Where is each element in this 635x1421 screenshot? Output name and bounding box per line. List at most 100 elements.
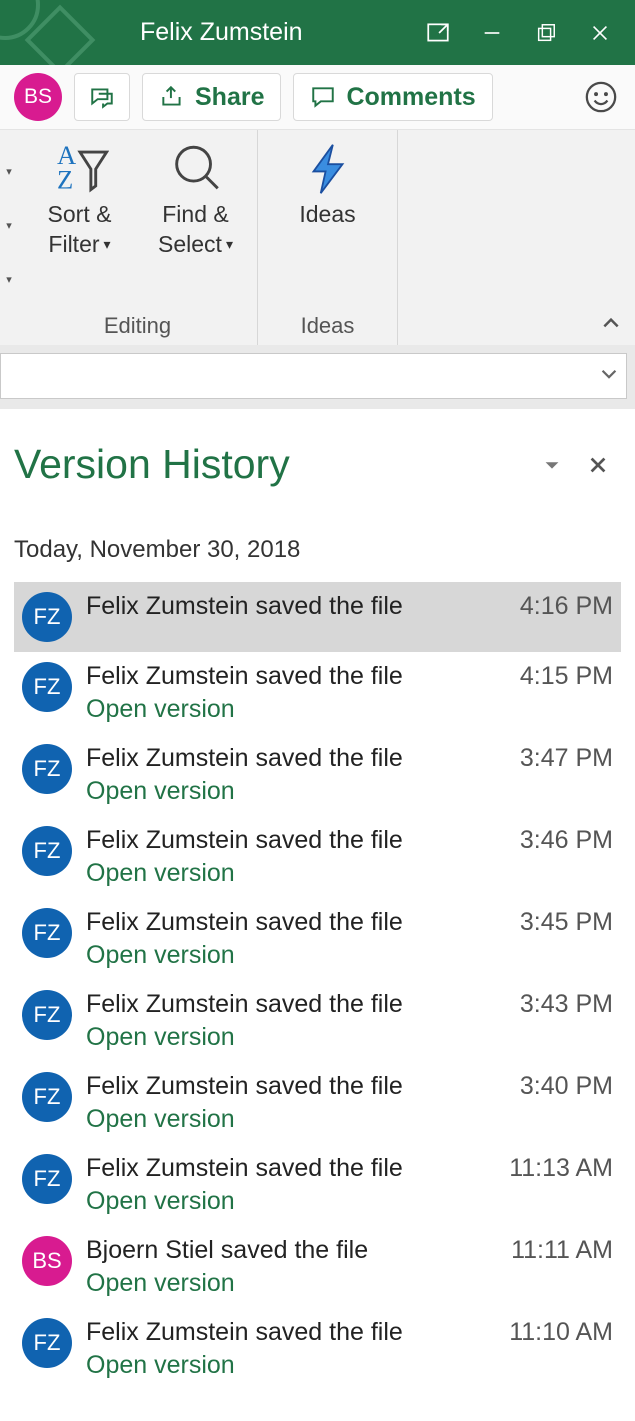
version-avatar: FZ — [22, 1154, 72, 1204]
lightning-icon — [299, 140, 357, 198]
version-avatar: FZ — [22, 662, 72, 712]
ribbon-group-ideas: Ideas Ideas — [258, 130, 398, 345]
open-version-link[interactable]: Open version — [86, 1187, 613, 1216]
version-body: Felix Zumstein saved the file3:43 PM Open… — [86, 990, 613, 1052]
date-heading: Today, November 30, 2018 — [14, 536, 621, 564]
version-history-pane: Version History Today, November 30, 2018… — [0, 409, 635, 1421]
version-body: Felix Zumstein saved the file3:45 PMOpen… — [86, 908, 613, 970]
open-version-link[interactable]: Open version — [86, 777, 613, 806]
version-time: 3:46 PM — [512, 826, 613, 855]
version-avatar: FZ — [22, 908, 72, 958]
version-row[interactable]: FZ Felix Zumstein saved the file3:45 PMOp… — [14, 898, 621, 980]
minimize-button[interactable] — [465, 0, 519, 65]
open-version-link[interactable]: Open version — [86, 1105, 613, 1134]
sort-filter-icon: A Z — [51, 140, 109, 198]
version-message: Felix Zumstein saved the file — [86, 1072, 512, 1101]
maximize-button[interactable] — [519, 0, 573, 65]
version-avatar: FZ — [22, 826, 72, 876]
version-body: Felix Zumstein saved the file3:40 PM Open… — [86, 1072, 613, 1134]
version-body: Felix Zumstein saved the file3:46 PM Open… — [86, 826, 613, 888]
ribbon-group-label: Editing — [18, 313, 257, 345]
open-version-link[interactable]: Open version — [86, 941, 613, 970]
version-time: 3:47 PM — [512, 744, 613, 773]
version-row[interactable]: FZ Felix Zumstein saved the file11:13 AM O… — [14, 1144, 621, 1226]
ribbon-dropdown-1[interactable]: ▾ — [0, 165, 18, 178]
version-message: Felix Zumstein saved the file — [86, 662, 512, 691]
version-row[interactable]: FZ Felix Zumstein saved the file3:43 PM Op… — [14, 980, 621, 1062]
version-avatar: FZ — [22, 990, 72, 1040]
titlebar-decoration — [0, 0, 100, 65]
version-message: Felix Zumstein saved the file — [86, 826, 512, 855]
version-avatar: FZ — [22, 592, 72, 642]
version-message: Felix Zumstein saved the file — [86, 744, 512, 773]
version-time: 11:13 AM — [501, 1154, 613, 1183]
version-avatar: FZ — [22, 1318, 72, 1368]
svg-text:Z: Z — [57, 164, 73, 194]
feedback-button[interactable] — [581, 77, 621, 117]
open-version-link[interactable]: Open version — [86, 1351, 613, 1380]
version-body: Felix Zumstein saved the file4:16 PM — [86, 592, 613, 621]
formula-bar-area — [0, 345, 635, 409]
version-body: Felix Zumstein saved the file3:47 PM Open… — [86, 744, 613, 806]
version-time: 4:15 PM — [512, 662, 613, 691]
version-time: 11:10 AM — [501, 1318, 613, 1347]
comments-label: Comments — [346, 83, 475, 112]
version-row[interactable]: FZFelix Zumstein saved the file3:47 PMOp… — [14, 734, 621, 816]
chat-button[interactable] — [74, 73, 130, 121]
share-button[interactable]: Share — [142, 73, 281, 121]
version-time: 3:43 PM — [512, 990, 613, 1019]
comments-button[interactable]: Comments — [293, 73, 492, 121]
version-message: Felix Zumstein saved the file — [86, 990, 512, 1019]
search-icon — [167, 140, 225, 198]
version-row[interactable]: BS Bjoern Stiel saved the file11:11 AM Ope… — [14, 1226, 621, 1308]
version-message: Felix Zumstein saved the file — [86, 1154, 501, 1183]
ribbon-dropdown-2[interactable]: ▾ — [0, 219, 18, 232]
version-time: 11:11 AM — [503, 1236, 613, 1265]
open-version-link[interactable]: Open version — [86, 695, 613, 724]
find-select-button[interactable]: Find &Select▾ — [141, 136, 251, 260]
version-body: Felix Zumstein saved the file11:10 AM Ope… — [86, 1318, 613, 1380]
version-row[interactable]: FZ Felix Zumstein saved the file4:16 PM — [14, 582, 621, 652]
profile-avatar[interactable]: BS — [14, 73, 62, 121]
version-message: Bjoern Stiel saved the file — [86, 1236, 503, 1265]
ribbon-group-label: Ideas — [258, 313, 397, 345]
version-time: 3:45 PM — [512, 908, 613, 937]
close-window-button[interactable] — [573, 0, 627, 65]
pane-close-button[interactable] — [575, 454, 621, 476]
open-version-link[interactable]: Open version — [86, 1269, 613, 1298]
ribbon-left-dropdowns: ▾ ▾ ▾ — [0, 130, 18, 345]
open-version-link[interactable]: Open version — [86, 1023, 613, 1052]
version-body: Felix Zumstein saved the file4:15 PM Open… — [86, 662, 613, 724]
version-avatar: FZ — [22, 1072, 72, 1122]
pane-title: Version History — [14, 441, 529, 488]
formula-bar[interactable] — [0, 353, 627, 399]
version-message: Felix Zumstein saved the file — [86, 592, 512, 621]
sort-filter-button[interactable]: A Z Sort &Filter▾ — [25, 136, 135, 260]
comment-icon — [310, 84, 336, 110]
version-body: Felix Zumstein saved the file11:13 AM Ope… — [86, 1154, 613, 1216]
pane-options-button[interactable] — [529, 454, 575, 476]
share-label: Share — [195, 83, 264, 112]
version-row[interactable]: FZ Felix Zumstein saved the file3:40 PM Op… — [14, 1062, 621, 1144]
version-row[interactable]: FZ Felix Zumstein saved the file11:10 AM O… — [14, 1308, 621, 1390]
version-list: FZFelix Zumstein saved the file4:16 PMFZ… — [14, 582, 621, 1390]
version-body: Bjoern Stiel saved the file11:11 AM Open … — [86, 1236, 613, 1298]
open-version-link[interactable]: Open version — [86, 859, 613, 888]
share-icon — [159, 84, 185, 110]
expand-formula-bar-button[interactable] — [598, 363, 620, 390]
ribbon-display-options-button[interactable] — [411, 0, 465, 65]
version-row[interactable]: FZ Felix Zumstein saved the file4:15 PM Op… — [14, 652, 621, 734]
version-message: Felix Zumstein saved the file — [86, 1318, 501, 1347]
ribbon-dropdown-3[interactable]: ▾ — [0, 273, 18, 286]
version-avatar: BS — [22, 1236, 72, 1286]
ideas-button[interactable]: Ideas — [273, 136, 383, 230]
collapse-ribbon-button[interactable] — [601, 313, 621, 339]
titlebar: Felix Zumstein — [0, 0, 635, 65]
smiley-icon — [584, 80, 618, 114]
ribbon-group-editing: A Z Sort &Filter▾ Find &Select▾ Editing — [18, 130, 258, 345]
ribbon-spacer — [398, 130, 635, 345]
ribbon: ▾ ▾ ▾ A Z Sort &Filter▾ Find &Select▾ Ed… — [0, 130, 635, 345]
quick-actions-bar: BS Share Comments — [0, 65, 635, 130]
version-row[interactable]: FZ Felix Zumstein saved the file3:46 PM Op… — [14, 816, 621, 898]
version-time: 3:40 PM — [512, 1072, 613, 1101]
